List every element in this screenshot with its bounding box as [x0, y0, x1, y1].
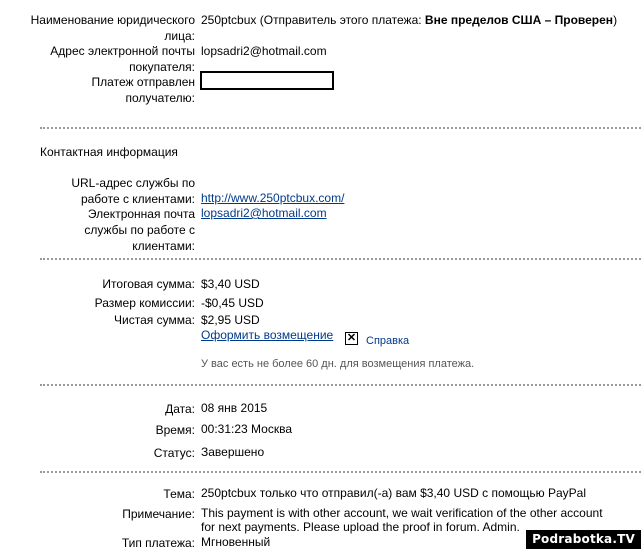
payment-type-value: Мгновенный: [201, 535, 271, 549]
service-url-link[interactable]: http://www.250ptcbux.com/: [201, 190, 344, 206]
sender-status-suffix: ): [613, 13, 618, 27]
status-value: Завершено: [201, 445, 265, 459]
date-label: Дата:: [165, 402, 195, 416]
fee-value: -$0,45 USD: [201, 296, 264, 310]
status-label: Статус:: [153, 446, 195, 460]
help-icon[interactable]: ✕: [345, 332, 358, 345]
refund-link[interactable]: Оформить возмещение: [201, 327, 333, 343]
total-amount-label: Итоговая сумма:: [102, 277, 195, 291]
legal-name-label: Наименование юридического лица:: [30, 13, 195, 43]
buyer-email-value: lopsadri2@hotmail.com: [201, 44, 327, 58]
separator: [40, 471, 641, 473]
separator: [40, 258, 641, 260]
service-email-label: Электронная почта службы по работе с кли…: [84, 207, 195, 253]
separator: [40, 384, 641, 386]
fee-label: Размер комиссии:: [94, 296, 195, 310]
redacted-recipient-box: [200, 71, 334, 90]
net-amount-value: $2,95 USD: [201, 313, 260, 327]
sender-status-bold: Вне пределов США – Проверен: [424, 13, 614, 27]
contact-section-title: Контактная информация: [40, 145, 178, 159]
service-url-label: URL-адрес службы по работе с клиентами:: [71, 176, 195, 206]
refund-deadline-note: У вас есть не более 60 дн. для возмещени…: [201, 358, 475, 370]
net-amount-label: Чистая сумма:: [114, 313, 195, 327]
note-label: Примечание:: [122, 507, 195, 521]
legal-name-text: 250ptcbux: [201, 13, 257, 27]
legal-name-value: 250ptcbux (Отправитель этого платежа: Вн…: [201, 12, 617, 28]
service-email-link[interactable]: lopsadri2@hotmail.com: [201, 205, 327, 221]
subject-label: Тема:: [163, 487, 195, 501]
buyer-email-label: Адрес электронной почты покупателя:: [50, 44, 195, 74]
date-value: 08 янв 2015: [201, 401, 268, 415]
watermark-logo: Podrabotka.TV: [526, 530, 641, 549]
help-link[interactable]: Справка: [366, 333, 409, 349]
subject-value: 250ptcbux только что отправил(-а) вам $3…: [201, 486, 587, 500]
time-label: Время:: [155, 423, 195, 437]
sent-to-label: Платеж отправлен получателю:: [91, 75, 195, 105]
note-line-2: for next payments. Please upload the pro…: [201, 520, 520, 534]
time-value: 00:31:23 Москва: [201, 422, 293, 436]
separator: [40, 127, 641, 129]
sender-status-prefix: (Отправитель этого платежа:: [259, 13, 422, 27]
total-amount-value: $3,40 USD: [201, 277, 260, 291]
